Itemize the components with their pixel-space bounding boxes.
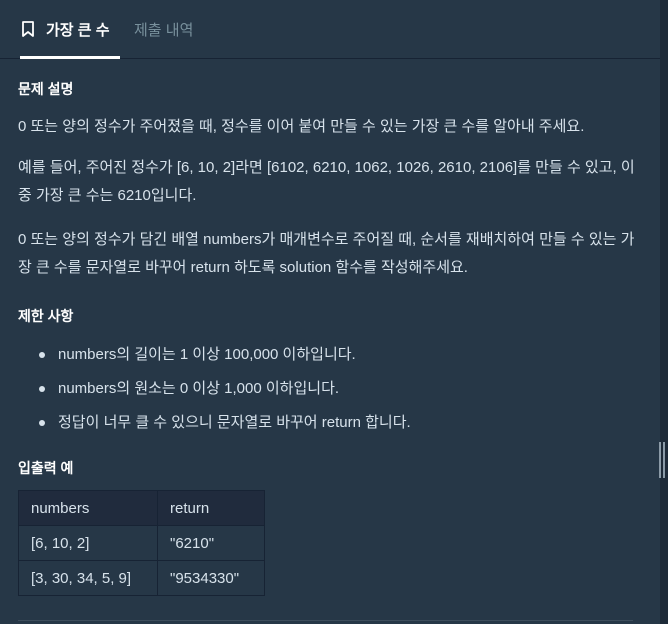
constraint-item: 정답이 너무 클 수 있으니 문자열로 바꾸어 return 합니다. bbox=[39, 406, 638, 440]
bookmark-icon[interactable] bbox=[20, 20, 36, 38]
constraint-item: numbers의 원소는 0 이상 1,000 이하입니다. bbox=[39, 372, 638, 406]
examples-table: numbers return [6, 10, 2] "6210" [3, 30,… bbox=[18, 490, 265, 596]
table-cell-numbers: [6, 10, 2] bbox=[18, 525, 158, 561]
table-cell-return: "9534330" bbox=[157, 560, 265, 596]
table-row: [6, 10, 2] "6210" bbox=[18, 525, 265, 561]
table-header-row: numbers return bbox=[18, 490, 265, 526]
section-title-constraints: 제한 사항 bbox=[18, 308, 74, 324]
tab-bar: 가장 큰 수 제출 내역 bbox=[0, 0, 660, 59]
table-cell-numbers: [3, 30, 34, 5, 9] bbox=[18, 560, 158, 596]
description-paragraph-1: 0 또는 양의 정수가 주어졌을 때, 정수를 이어 붙여 만들 수 있는 가장… bbox=[18, 118, 585, 135]
constraint-item: numbers의 길이는 1 이상 100,000 이하입니다. bbox=[39, 338, 638, 372]
tab-submissions-label: 제출 내역 bbox=[134, 21, 194, 39]
panel-resize-edge[interactable] bbox=[660, 0, 668, 624]
table-cell-return: "6210" bbox=[157, 525, 265, 561]
table-header-return: return bbox=[157, 490, 265, 526]
bottom-divider bbox=[18, 620, 633, 621]
resize-handle[interactable] bbox=[659, 442, 667, 478]
table-row: [3, 30, 34, 5, 9] "9534330" bbox=[18, 560, 265, 596]
section-title-description: 문제 설명 bbox=[18, 81, 74, 97]
description-paragraph-2: 예를 들어, 주어진 정수가 [6, 10, 2]라면 [6102, 6210,… bbox=[18, 159, 635, 204]
constraints-list: numbers의 길이는 1 이상 100,000 이하입니다. numbers… bbox=[18, 338, 638, 440]
description-paragraph-3: 0 또는 양의 정수가 담긴 배열 numbers가 매개변수로 주어질 때, … bbox=[18, 231, 635, 276]
table-header-numbers: numbers bbox=[18, 490, 158, 526]
tab-problem-label: 가장 큰 수 bbox=[46, 21, 110, 39]
resize-handle-line bbox=[663, 442, 665, 478]
tab-problem[interactable]: 가장 큰 수 bbox=[10, 0, 120, 59]
resize-handle-line bbox=[659, 442, 661, 478]
section-title-examples: 입출력 예 bbox=[18, 460, 74, 476]
tab-submissions[interactable]: 제출 내역 bbox=[134, 0, 193, 58]
